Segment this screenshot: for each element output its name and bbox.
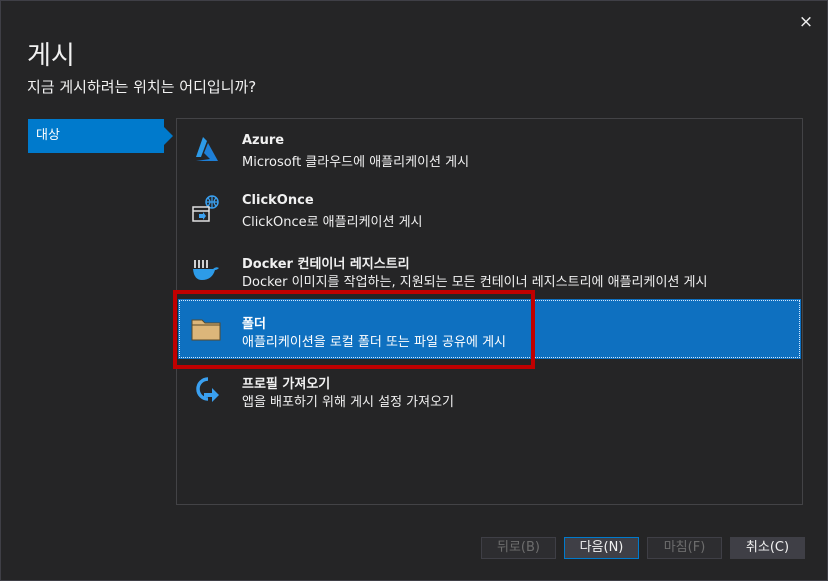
publish-target-list: Azure Microsoft 클라우드에 애플리케이션 게시 ClickOnc…	[176, 118, 803, 505]
next-button[interactable]: 다음(N)	[564, 537, 639, 559]
dialog-footer: 뒤로(B) 다음(N) 마침(F) 취소(C)	[1, 521, 827, 580]
target-option-import-profile[interactable]: 프로필 가져오기 앱을 배포하기 위해 게시 설정 가져오기	[178, 359, 801, 419]
target-option-description: ClickOnce로 애플리케이션 게시	[242, 215, 423, 230]
azure-icon	[196, 137, 218, 161]
target-option-folder[interactable]: 폴더 애플리케이션을 로컬 폴더 또는 파일 공유에 게시	[178, 299, 801, 359]
target-option-description: 애플리케이션을 로컬 폴더 또는 파일 공유에 게시	[242, 335, 506, 350]
target-option-title: Docker 컨테이너 레지스트리	[242, 257, 410, 272]
nav-item-target[interactable]: 대상	[28, 119, 173, 153]
cancel-button[interactable]: 취소(C)	[730, 537, 805, 559]
target-option-title: 폴더	[242, 317, 266, 332]
import-profile-icon	[196, 377, 219, 402]
target-option-clickonce[interactable]: ClickOnce ClickOnce로 애플리케이션 게시	[178, 179, 801, 239]
target-option-azure[interactable]: Azure Microsoft 클라우드에 애플리케이션 게시	[178, 119, 801, 179]
target-option-title: Azure	[242, 133, 285, 148]
clickonce-icon	[192, 195, 219, 222]
publish-dialog: × 게시 지금 게시하려는 위치는 어디입니까? 대상 Azure Micros…	[0, 0, 828, 581]
back-button[interactable]: 뒤로(B)	[481, 537, 556, 559]
finish-button[interactable]: 마침(F)	[647, 537, 722, 559]
target-option-title: ClickOnce	[242, 193, 314, 208]
target-option-description: Microsoft 클라우드에 애플리케이션 게시	[242, 155, 470, 170]
target-option-docker[interactable]: Docker 컨테이너 레지스트리 Docker 이미지를 작업하는, 지원되는…	[178, 239, 801, 299]
docker-icon	[193, 260, 219, 280]
target-option-description: Docker 이미지를 작업하는, 지원되는 모든 컨테이너 레지스트리에 애플…	[242, 275, 708, 290]
dialog-title: 게시	[27, 41, 75, 71]
dialog-subtitle: 지금 게시하려는 위치는 어디입니까?	[27, 78, 257, 96]
target-option-description: 앱을 배포하기 위해 게시 설정 가져오기	[242, 395, 455, 410]
target-option-title: 프로필 가져오기	[242, 377, 331, 392]
folder-icon	[191, 319, 221, 341]
close-button[interactable]: ×	[795, 11, 817, 33]
